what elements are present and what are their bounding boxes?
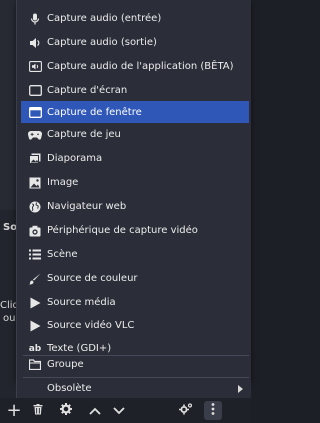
menu-item-label: Capture audio de l'application (BÊTA) — [47, 61, 234, 72]
microphone-icon — [23, 13, 47, 25]
menu-separator — [23, 377, 249, 378]
text-icon: ab — [28, 343, 42, 354]
chevron-up-icon — [89, 403, 101, 419]
menu-item-label: Capture d'écran — [47, 85, 128, 96]
menu-item-label: Scène — [47, 249, 78, 260]
app-audio-icon — [23, 61, 47, 72]
submenu-arrow-icon — [238, 385, 243, 393]
menu-item-label: Périphérique de capture vidéo — [47, 225, 198, 236]
menu-item-label: Groupe — [47, 359, 84, 370]
menu-item-group[interactable]: Groupe — [21, 354, 249, 375]
menu-item-label: Diaporama — [47, 153, 103, 164]
menu-item-game-capture[interactable]: Capture de jeu — [21, 124, 249, 145]
sources-panel-title: So — [3, 222, 17, 233]
menu-item-app-audio[interactable]: Capture audio de l'application (BÊTA) — [21, 56, 249, 77]
play-icon — [23, 297, 47, 309]
window-icon — [23, 106, 47, 118]
remove-source-button[interactable] — [30, 401, 46, 420]
move-source-down-button[interactable] — [110, 401, 128, 420]
gear-icon — [60, 402, 72, 419]
move-source-up-button[interactable] — [86, 401, 104, 420]
menu-item-label: Image — [47, 177, 79, 188]
sources-toolbar: + — [0, 398, 250, 423]
menu-item-label: Navigateur web — [47, 201, 127, 212]
slideshow-icon — [23, 153, 47, 165]
add-source-menu-lower: Groupe Obsolète — [16, 354, 251, 398]
brush-icon — [23, 273, 47, 285]
camera-icon — [23, 225, 47, 237]
menu-item-label: Source média — [47, 297, 116, 308]
menu-item-audio-input[interactable]: Capture audio (entrée) — [21, 8, 249, 29]
menu-item-label: Obsolète — [47, 383, 92, 394]
vertical-dots-icon — [211, 402, 215, 419]
menu-item-label: Texte (GDI+) — [47, 343, 112, 354]
menu-item-display-capture[interactable]: Capture d'écran — [21, 80, 249, 101]
menu-item-media-source[interactable]: Source média — [21, 292, 249, 313]
monitor-icon — [23, 85, 47, 96]
menu-item-label: Capture audio (entrée) — [47, 13, 162, 24]
image-icon — [23, 177, 47, 189]
source-properties-button[interactable] — [58, 401, 74, 420]
menu-item-label: Source de couleur — [47, 273, 138, 284]
speaker-icon — [23, 37, 47, 49]
menu-item-vlc-source[interactable]: Source vidéo VLC — [21, 315, 249, 336]
menu-item-image[interactable]: Image — [21, 172, 249, 193]
gamepad-icon — [23, 130, 47, 140]
sources-hint-line1: Cliqu — [0, 300, 16, 311]
mixer-settings-button[interactable] — [176, 401, 196, 420]
menu-item-window-capture[interactable]: Capture de fenêtre — [21, 101, 249, 123]
menu-item-scene[interactable]: Scène — [21, 244, 249, 265]
globe-icon — [23, 201, 47, 213]
menu-item-label: Capture audio (sortie) — [47, 37, 157, 48]
add-source-button[interactable]: + — [5, 400, 23, 421]
add-source-menu: Capture audio (entrée) Capture audio (so… — [16, 0, 251, 381]
sources-hint-line2: ou — [3, 313, 16, 324]
play-icon — [23, 320, 47, 332]
menu-item-label: Capture de jeu — [47, 129, 121, 140]
chevron-down-icon — [113, 403, 125, 419]
menu-item-color-source[interactable]: Source de couleur — [21, 268, 249, 289]
mixer-menu-button[interactable] — [204, 401, 222, 420]
list-icon — [23, 249, 47, 260]
menu-item-deprecated[interactable]: Obsolète — [21, 379, 249, 398]
folder-icon — [23, 359, 47, 370]
menu-item-video-capture-device[interactable]: Périphérique de capture vidéo — [21, 220, 249, 241]
menu-item-browser[interactable]: Navigateur web — [21, 196, 249, 217]
menu-item-label: Capture de fenêtre — [47, 106, 142, 118]
gears-icon — [179, 402, 193, 419]
menu-item-slideshow[interactable]: Diaporama — [21, 148, 249, 169]
menu-item-audio-output[interactable]: Capture audio (sortie) — [21, 32, 249, 53]
trash-icon — [33, 403, 43, 419]
menu-item-label: Source vidéo VLC — [47, 320, 135, 331]
